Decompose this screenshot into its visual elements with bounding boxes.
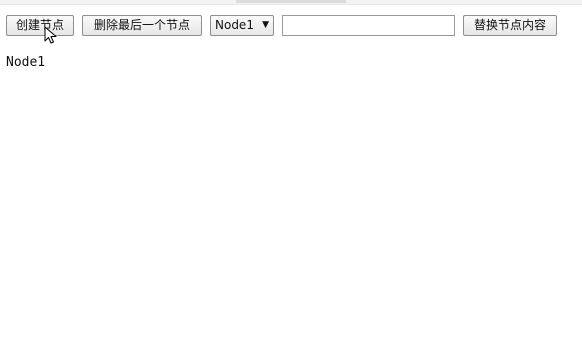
chevron-down-icon: ▼ — [262, 20, 269, 30]
create-node-button[interactable]: 创建节点 — [6, 15, 74, 36]
node-select-value: Node1 — [215, 18, 254, 32]
node-container: Node1 — [6, 55, 45, 70]
replace-node-content-button[interactable]: 替换节点内容 — [463, 15, 557, 36]
node-item: Node1 — [6, 55, 46, 70]
window-top-edge — [0, 0, 582, 5]
mouse-pointer-icon — [44, 26, 57, 44]
node-toolbar: 创建节点 删除最后一个节点 Node1 ▼ 替换节点内容 — [6, 15, 576, 37]
replace-content-input[interactable] — [282, 15, 455, 36]
node-select[interactable]: Node1 ▼ — [210, 15, 274, 36]
top-edge-notch — [236, 0, 346, 3]
delete-last-node-button[interactable]: 删除最后一个节点 — [82, 15, 202, 36]
